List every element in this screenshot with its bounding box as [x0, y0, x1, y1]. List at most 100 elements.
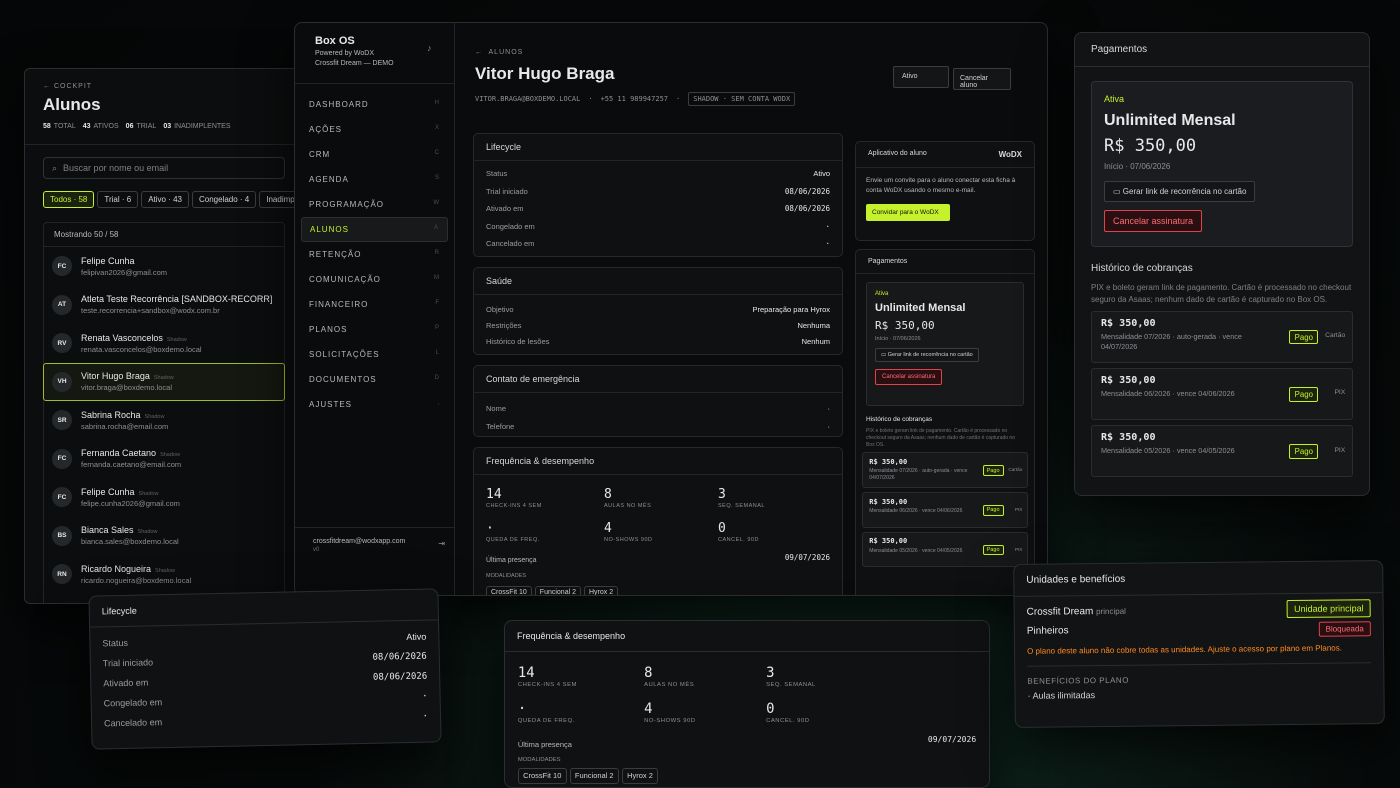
- student-name: Vitor Hugo Braga: [81, 371, 150, 382]
- student-email: sabrina.rocha@email.com: [81, 421, 169, 431]
- charge-desc: Mensalidade 06/2026 · vence 04/06/2026: [1100, 389, 1235, 399]
- cancel-subscription-button[interactable]: Cancelar assinatura: [875, 369, 943, 385]
- status-select[interactable]: Ativo: [893, 66, 949, 88]
- sidebar-item-label: AÇÕES: [309, 125, 343, 134]
- kv-value: Ativo: [406, 631, 427, 643]
- sidebar-item-financeiro[interactable]: FINANCEIRO F: [295, 292, 454, 317]
- metric-block: 0 CANCEL. 90D: [766, 701, 809, 724]
- invite-wodx-button[interactable]: Convidar para o WoDX: [866, 203, 950, 221]
- student-name-line: Renata Vasconcelos Shadow: [81, 333, 202, 343]
- bell-icon[interactable]: ♪: [427, 43, 432, 53]
- student-row[interactable]: FC Felipe Cunha felipivan2026@gmail.com: [44, 247, 284, 286]
- coverage-warning: O plano deste aluno não cobre todas as u…: [1027, 643, 1342, 656]
- account-email: crossfitdream@wodxapp.com: [313, 538, 406, 545]
- generate-link-button-large[interactable]: ▭ Gerar link de recorrência no cartão: [1104, 181, 1256, 202]
- student-email: felipe.cunha2026@gmail.com: [81, 498, 180, 508]
- breadcrumb[interactable]: ← COCKPIT: [43, 83, 285, 90]
- sidebar-item-ajustes[interactable]: AJUSTES,: [295, 392, 454, 417]
- cancel-student-button[interactable]: Cancelar aluno: [953, 68, 1011, 90]
- wodx-logo: WoDX: [998, 150, 1022, 159]
- unit-tag-1: principal: [1096, 606, 1126, 617]
- sidebar-item-label: DASHBOARD: [309, 100, 369, 109]
- paid-badge: Pago: [1289, 330, 1319, 345]
- kv-value: 08/06/2026: [372, 651, 427, 663]
- sidebar-item-label: FINANCEIRO: [309, 300, 369, 309]
- history-text: PIX e boleto geram link de pagamento. Ca…: [866, 428, 1015, 448]
- student-row[interactable]: FC Felipe Cunha Shadow felipe.cunha2026@gma…: [44, 478, 284, 517]
- kv-label: Restrições: [486, 320, 522, 330]
- sidebar-item-agenda[interactable]: AGENDA S: [295, 167, 454, 192]
- kv-value: Nenhuma: [797, 320, 830, 330]
- student-name: Bianca Sales: [81, 525, 134, 536]
- metric-label: AULAS NO MÊS: [604, 503, 652, 509]
- metric-value: 0: [766, 701, 775, 718]
- student-row[interactable]: VH Vitor Hugo Braga Shadow vitor.braga@boxd…: [43, 362, 285, 401]
- paid-badge: Pago: [982, 505, 1004, 516]
- kv-label: Status: [486, 169, 508, 178]
- avatar: FC: [52, 448, 72, 469]
- student-info: Felipe Cunha Shadow felipe.cunha2026@gmail…: [81, 487, 180, 508]
- filter-chip[interactable]: Ativo · 43: [141, 191, 189, 208]
- shortcut-key: A: [433, 225, 439, 231]
- metric-value: 3: [718, 487, 726, 502]
- students-panel: ← COCKPIT Alunos 58 TOTAL 43 ATIVOS 06 TRIAL 0…: [24, 68, 304, 604]
- last-attendance-value: 09/07/2026: [784, 553, 830, 562]
- plan-name: Unlimited Mensal: [875, 302, 966, 314]
- sidebar-item-retenção[interactable]: RETENÇÃO R: [295, 242, 454, 267]
- search-input[interactable]: Buscar por nome ou email: [63, 163, 168, 173]
- shortcut-key: M: [434, 275, 440, 281]
- metric-block: · QUEDA DE FREQ.: [518, 701, 575, 724]
- student-row[interactable]: SR Sabrina Rocha Shadow sabrina.rocha@email…: [44, 401, 284, 440]
- health-card: Saúde Objetivo Preparação para Hyrox Restr…: [473, 267, 843, 355]
- lifecycle-zoom-panel: Lifecycle Status Ativo Trial iniciado 08/06…: [88, 588, 442, 750]
- student-row[interactable]: AT Atleta Teste Recorrência [SANDBOX-RECO…: [44, 286, 284, 325]
- cancel-subscription-button-large[interactable]: Cancelar assinatura: [1104, 210, 1203, 232]
- performance-card: Frequência & desempenho 14 CHECK-INS 4 SE…: [473, 447, 843, 595]
- kv-label: Congelado em: [486, 221, 535, 231]
- student-row[interactable]: RV Renata Vasconcelos Shadow renata.vasconc…: [44, 324, 284, 363]
- filter-chip[interactable]: Trial · 6: [97, 191, 139, 208]
- charge-desc: Mensalidade 05/2026 · vence 04/05/2026: [1100, 446, 1235, 456]
- back-link[interactable]: ← ALUNOS: [475, 49, 1029, 56]
- student-name-line: Sabrina Rocha Shadow: [81, 410, 168, 420]
- logout-icon[interactable]: ⇥: [438, 539, 445, 548]
- filter-chip[interactable]: Todos · 58: [43, 191, 95, 208]
- history-text-large: PIX e boleto geram link de pagamento. Ca…: [1091, 283, 1352, 304]
- metric-block: 14 CHECK-INS 4 SEM: [486, 487, 542, 509]
- metric-block: 3 SEQ. SEMANAL: [766, 665, 816, 688]
- student-row[interactable]: BS Bianca Sales Shadow bianca.sales@boxdemo…: [44, 517, 284, 556]
- sidebar-item-programação[interactable]: PROGRAMAÇÃO W: [295, 192, 454, 217]
- metric-value: 14: [517, 664, 535, 681]
- kv-row: Ativado em 08/06/2026: [474, 200, 842, 218]
- filter-chip[interactable]: Congelado · 4: [191, 191, 257, 208]
- sidebar-item-dashboard[interactable]: DASHBOARD H: [295, 92, 454, 117]
- metric-value: 0: [718, 521, 726, 536]
- metric-block: 0 CANCEL. 90D: [718, 521, 759, 543]
- plan-start-large: Início · 07/06/2026: [1104, 162, 1171, 171]
- payments-card-small: Pagamentos Ativa Unlimited Mensal R$ 350…: [855, 249, 1035, 595]
- kv-value: ·: [827, 403, 831, 413]
- sidebar-item-documentos[interactable]: DOCUMENTOS D: [295, 367, 454, 392]
- sidebar-item-planos[interactable]: PLANOS P: [295, 317, 454, 342]
- student-name: Felipe Cunha: [81, 255, 135, 266]
- metric-label: QUEDA DE FREQ.: [517, 718, 575, 725]
- shortcut-key: S: [434, 175, 440, 181]
- student-info: Sabrina Rocha Shadow sabrina.rocha@email.c…: [81, 410, 168, 431]
- generate-link-button[interactable]: ▭ Gerar link de recorrência no cartão: [875, 348, 979, 362]
- sidebar-item-alunos[interactable]: ALUNOS A: [301, 217, 448, 242]
- list-count: Mostrando 50 / 58: [44, 223, 284, 247]
- charge-amount: R$ 350,00: [1100, 432, 1156, 443]
- sidebar-item-ações[interactable]: AÇÕES X: [295, 117, 454, 142]
- avatar: SR: [52, 410, 72, 431]
- kv-label: Congelado em: [103, 697, 163, 709]
- shortcut-key: W: [433, 200, 440, 206]
- stat-number: 06: [125, 123, 134, 130]
- sidebar-item-crm[interactable]: CRM C: [295, 142, 454, 167]
- student-row[interactable]: FC Fernanda Caetano Shadow fernanda.caetano…: [44, 440, 284, 479]
- sidebar: Box OS Powered by WoDX Crossfit Dream — …: [295, 23, 455, 595]
- sidebar-item-solicitações[interactable]: SOLICITAÇÕES L: [295, 342, 454, 367]
- search-field[interactable]: ⌕ Buscar por nome ou email: [43, 157, 285, 179]
- student-row[interactable]: RN Ricardo Nogueira Shadow ricardo.nogueira…: [44, 555, 284, 594]
- gym-name: Crossfit Dream — DEMO: [315, 60, 394, 67]
- sidebar-item-comunicação[interactable]: COMUNICAÇÃO M: [295, 267, 454, 292]
